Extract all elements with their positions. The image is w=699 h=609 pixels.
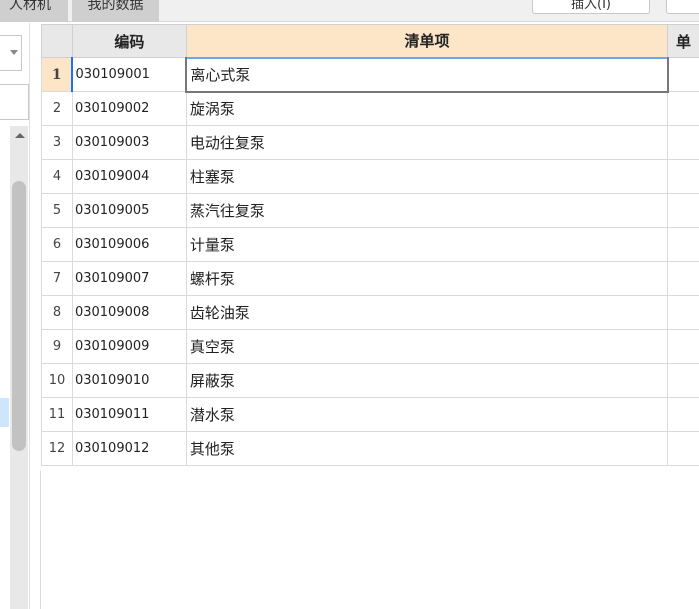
bill-item-cell[interactable]: 离心式泵 [185,56,669,93]
unit-cell[interactable] [667,227,699,262]
code-cell[interactable]: 030109009 [71,329,187,364]
bill-item-cell[interactable]: 电动往复泵 [185,125,669,160]
row-number: 9 [41,329,73,364]
row-number: 2 [41,91,73,126]
row-number: 6 [41,227,73,262]
bill-item-cell[interactable]: 真空泵 [185,329,669,364]
row-number: 5 [41,193,73,228]
table-row[interactable]: 9 030109009 真空泵 [41,329,699,364]
code-cell[interactable]: 030109004 [71,159,187,194]
code-cell[interactable]: 030109005 [71,193,187,228]
unit-cell[interactable] [667,363,699,398]
toolbar-button[interactable] [666,0,699,14]
unit-cell[interactable] [667,91,699,126]
unit-cell[interactable] [667,397,699,432]
header-unit[interactable]: 单 [667,24,699,58]
bill-item-cell[interactable]: 其他泵 [185,431,669,466]
scroll-up-icon[interactable] [15,133,25,138]
row-number: 4 [41,159,73,194]
table-row[interactable]: 10 030109010 屏蔽泵 [41,363,699,398]
row-number: 11 [41,397,73,432]
code-cell[interactable]: 030109002 [71,91,187,126]
unit-cell[interactable] [667,295,699,330]
search-input[interactable] [0,84,29,120]
code-cell[interactable]: 030109001 [71,57,187,92]
row-number: 12 [41,431,73,466]
unit-cell[interactable] [667,329,699,364]
table-row[interactable]: 12 030109012 其他泵 [41,431,699,466]
bill-item-cell[interactable]: 螺杆泵 [185,261,669,296]
bill-item-cell[interactable]: 屏蔽泵 [185,363,669,398]
insert-button[interactable]: 插入(I) [532,0,650,14]
row-number: 1 [41,57,74,92]
tab-materials[interactable]: 人材机 [0,0,68,22]
header-row: 编码 清单项 单 [41,24,699,58]
unit-cell[interactable] [667,193,699,228]
code-cell[interactable]: 030109008 [71,295,187,330]
row-number: 7 [41,261,73,296]
header-code[interactable]: 编码 [71,24,187,58]
header-rownum [41,24,73,58]
bill-item-cell[interactable]: 蒸汽往复泵 [185,193,669,228]
grid-left-border [40,471,41,609]
bill-item-cell[interactable]: 潜水泵 [185,397,669,432]
code-cell[interactable]: 030109007 [71,261,187,296]
row-number: 3 [41,125,73,160]
table-row[interactable]: 8 030109008 齿轮油泵 [41,295,699,330]
table-row[interactable]: 3 030109003 电动往复泵 [41,125,699,160]
code-cell[interactable]: 030109003 [71,125,187,160]
unit-cell[interactable] [667,57,699,92]
table-row[interactable]: 4 030109004 柱塞泵 [41,159,699,194]
left-scrollbar[interactable] [10,126,28,609]
unit-cell[interactable] [667,431,699,466]
table-row[interactable]: 6 030109006 计量泵 [41,227,699,262]
bill-item-cell[interactable]: 齿轮油泵 [185,295,669,330]
code-cell[interactable]: 030109010 [71,363,187,398]
tab-my-data[interactable]: 我的数据 [72,0,159,22]
table-row[interactable]: 5 030109005 蒸汽往复泵 [41,193,699,228]
row-number: 8 [41,295,73,330]
chevron-down-icon [10,50,18,55]
table-row[interactable]: 7 030109007 螺杆泵 [41,261,699,296]
left-panel [0,23,30,609]
unit-cell[interactable] [667,159,699,194]
scroll-thumb[interactable] [12,181,26,451]
unit-cell[interactable] [667,125,699,160]
selected-tree-item[interactable] [0,398,9,427]
code-cell[interactable]: 030109006 [71,227,187,262]
bill-item-cell[interactable]: 旋涡泵 [185,91,669,126]
code-cell[interactable]: 030109011 [71,397,187,432]
code-cell[interactable]: 030109012 [71,431,187,466]
bill-item-cell[interactable]: 计量泵 [185,227,669,262]
top-toolbar: 人材机 我的数据 插入(I) [0,0,699,22]
category-select[interactable] [0,35,22,71]
table-row[interactable]: 2 030109002 旋涡泵 [41,91,699,126]
header-bill-item[interactable]: 清单项 [185,24,669,58]
row-number: 10 [41,363,73,398]
table-row[interactable]: 1 030109001 离心式泵 [41,56,699,93]
unit-cell[interactable] [667,261,699,296]
bill-items-grid: 编码 清单项 单 1 030109001 离心式泵 2 030109002 旋涡… [41,24,699,466]
table-row[interactable]: 11 030109011 潜水泵 [41,397,699,432]
bill-item-cell[interactable]: 柱塞泵 [185,159,669,194]
